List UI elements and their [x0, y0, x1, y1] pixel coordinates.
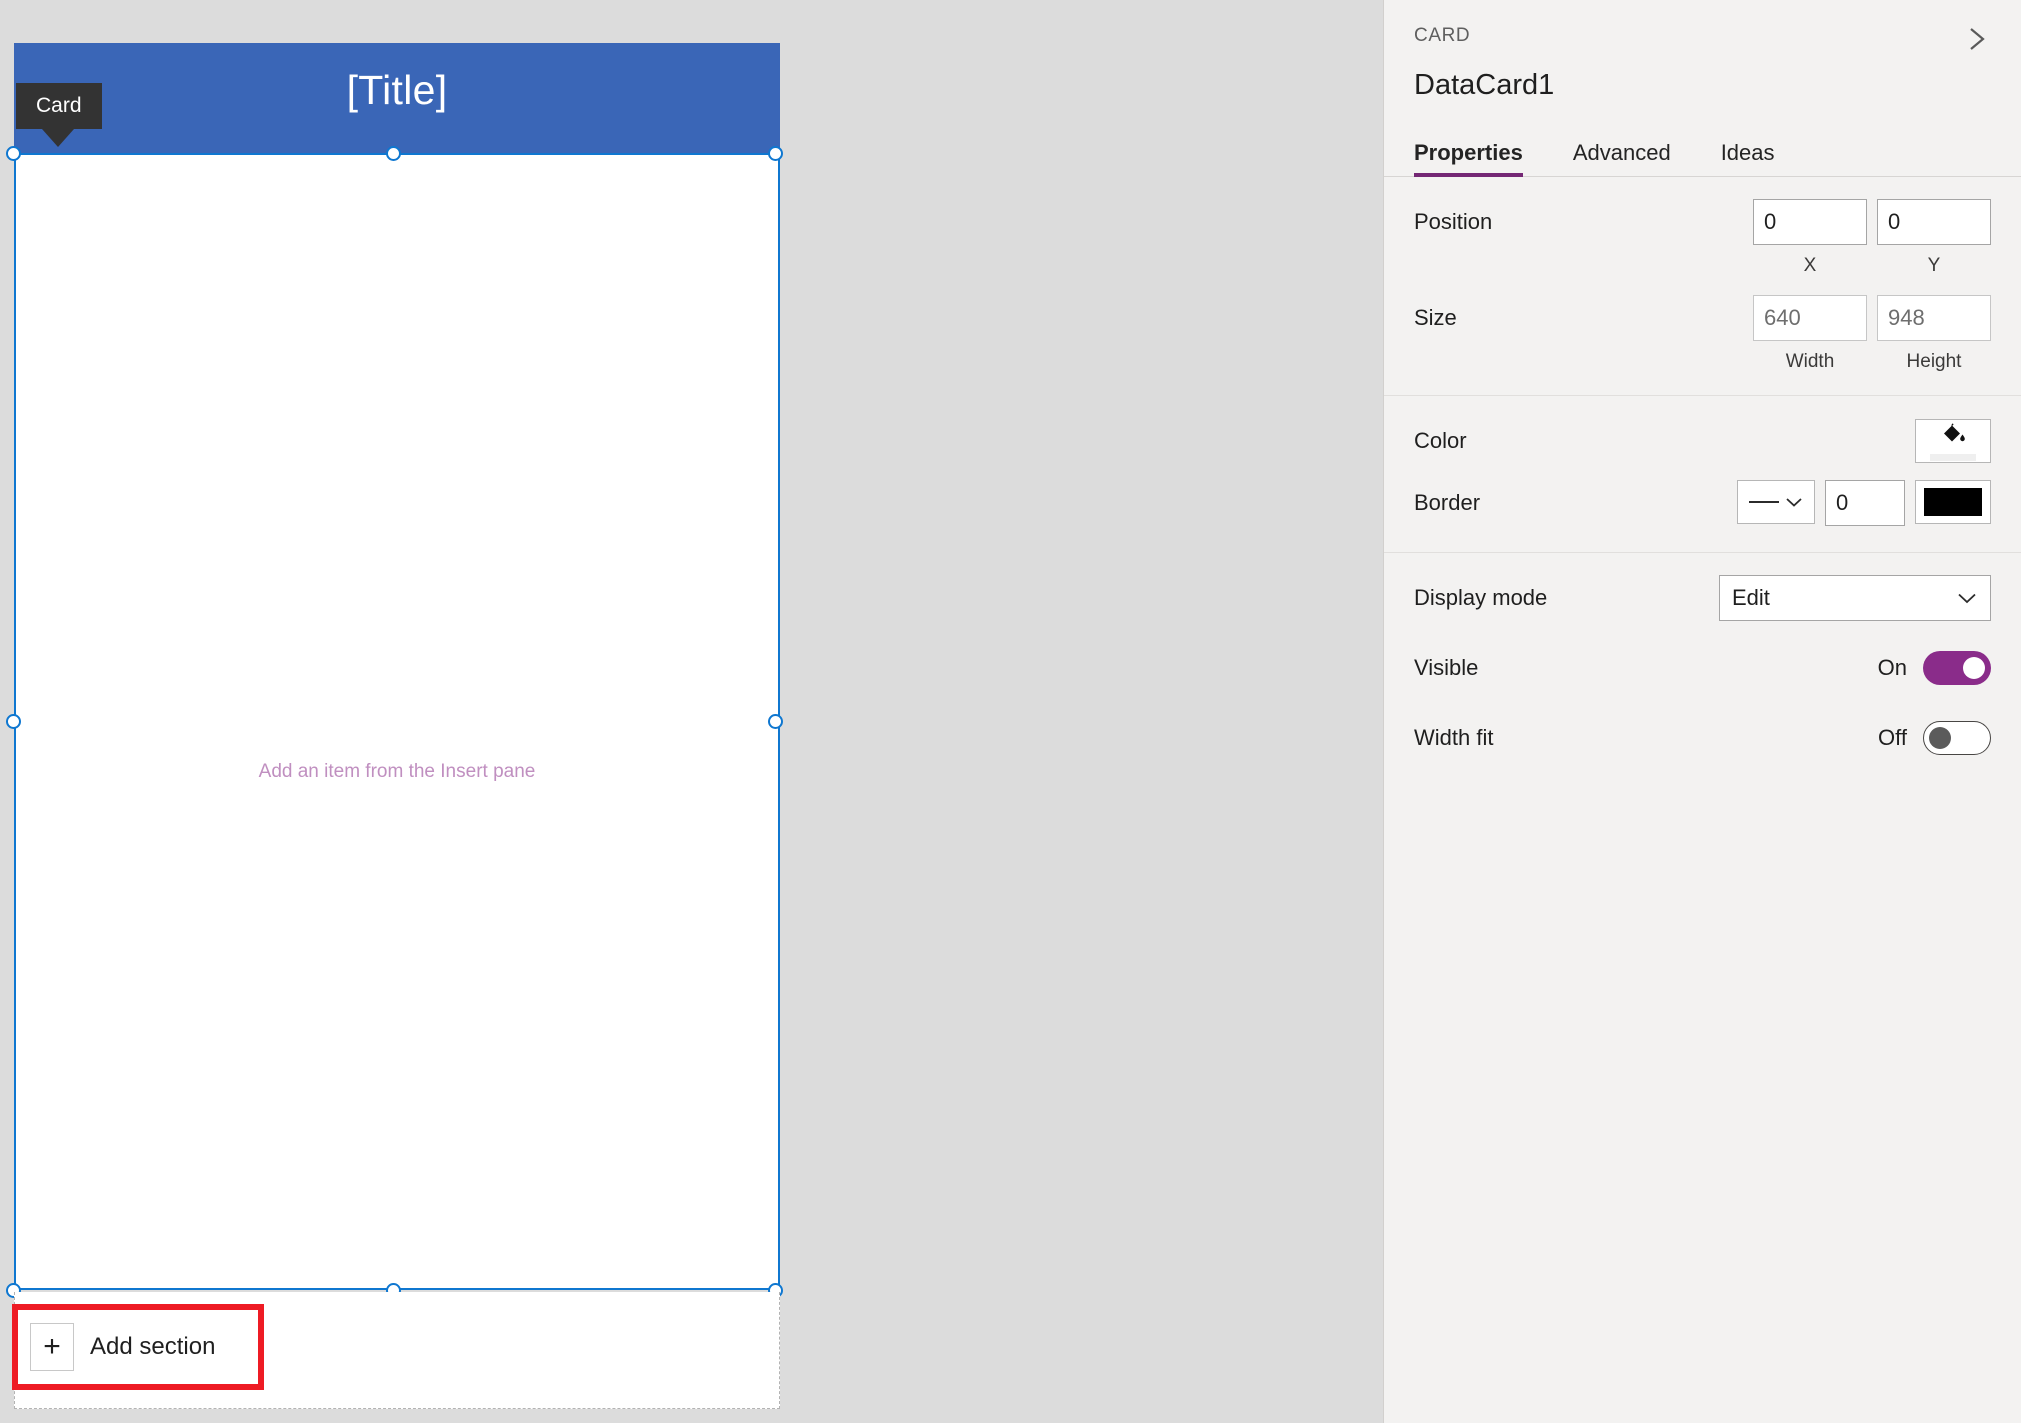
behaviour-group: Display mode Edit Visible On Width fit O… — [1384, 553, 2021, 787]
visible-toggle[interactable] — [1923, 651, 1991, 685]
position-label: Position — [1414, 209, 1493, 234]
design-canvas[interactable]: [Title] Add an item from the Insert pane… — [0, 0, 1383, 1423]
add-section-button[interactable]: + Add section — [24, 1316, 252, 1378]
card-empty-placeholder: Add an item from the Insert pane — [258, 761, 536, 782]
appearance-group: Color Border 0 — [1384, 396, 2021, 553]
card-body[interactable]: Add an item from the Insert pane — [14, 153, 780, 1290]
properties-panel: CARD DataCard1 Properties Advanced Ideas… — [1383, 0, 2021, 1423]
resize-handle-top-left[interactable] — [6, 146, 21, 161]
tab-properties[interactable]: Properties — [1414, 142, 1523, 177]
color-fill-preview — [1930, 453, 1976, 461]
width-fit-toggle[interactable] — [1923, 721, 1991, 755]
plus-icon: + — [30, 1323, 74, 1371]
add-section-highlight-box: + Add section — [12, 1304, 264, 1390]
panel-kicker: CARD — [1414, 25, 1471, 46]
chevron-down-icon — [1786, 498, 1802, 507]
paint-bucket-icon — [1940, 422, 1966, 451]
display-mode-value: Edit — [1732, 585, 1770, 610]
position-row: Position 0 0 — [1384, 195, 2021, 249]
size-height-sublabel: Height — [1906, 351, 1962, 372]
color-row: Color — [1384, 414, 2021, 468]
size-width-sublabel: Width — [1785, 351, 1835, 372]
display-mode-select[interactable]: Edit — [1719, 575, 1991, 621]
add-section-strip: + Add section — [12, 1292, 780, 1409]
border-fields: 0 — [1737, 480, 1991, 526]
app-root: [Title] Add an item from the Insert pane… — [0, 0, 2021, 1423]
toggle-knob — [1929, 727, 1951, 749]
card-header[interactable]: [Title] — [14, 43, 780, 153]
toggle-knob — [1963, 657, 1985, 679]
add-section-label: Add section — [90, 1333, 216, 1360]
visible-row: Visible On — [1384, 641, 2021, 695]
width-fit-row: Width fit Off — [1384, 711, 2021, 765]
visible-label: Visible — [1414, 655, 1479, 680]
visible-state-label: On — [1877, 655, 1907, 680]
position-sublabels: X Y — [1384, 249, 2021, 277]
display-mode-row: Display mode Edit — [1384, 571, 2021, 625]
border-color-chip — [1924, 488, 1982, 516]
size-width-input[interactable]: 640 — [1753, 295, 1867, 341]
position-fields: 0 0 — [1753, 199, 1991, 245]
visible-toggle-wrap: On — [1878, 651, 1991, 685]
geometry-group: Position 0 0 X Y Size 640 948 Width Heig… — [1384, 177, 2021, 396]
size-fields: 640 948 — [1753, 295, 1991, 341]
resize-handle-middle-right[interactable] — [768, 714, 783, 729]
resize-handle-top-right[interactable] — [768, 146, 783, 161]
size-height-input[interactable]: 948 — [1877, 295, 1991, 341]
size-sublabels: Width Height — [1384, 345, 2021, 373]
resize-handle-top-center[interactable] — [386, 146, 401, 161]
tab-advanced[interactable]: Advanced — [1573, 142, 1671, 176]
size-row: Size 640 948 — [1384, 291, 2021, 345]
solid-line-icon — [1749, 501, 1779, 503]
chevron-right-icon[interactable] — [1959, 22, 1993, 56]
border-label: Border — [1414, 490, 1481, 515]
border-style-dropdown[interactable] — [1737, 480, 1815, 524]
position-y-sublabel: Y — [1927, 255, 1941, 276]
card-title: [Title] — [346, 67, 448, 113]
display-mode-label: Display mode — [1414, 585, 1548, 610]
border-color-button[interactable] — [1915, 480, 1991, 524]
chevron-down-icon — [1958, 593, 1976, 604]
color-label: Color — [1414, 428, 1467, 453]
position-x-sublabel: X — [1803, 255, 1817, 276]
resize-handle-middle-left[interactable] — [6, 714, 21, 729]
position-y-input[interactable]: 0 — [1877, 199, 1991, 245]
card-name-badge: Card — [16, 83, 102, 147]
panel-header: CARD DataCard1 — [1384, 0, 2021, 100]
tab-ideas[interactable]: Ideas — [1721, 142, 1775, 176]
panel-title: DataCard1 — [1414, 69, 1555, 101]
width-fit-toggle-wrap: Off — [1878, 721, 1991, 755]
size-label: Size — [1414, 305, 1457, 330]
color-fill-button[interactable] — [1915, 419, 1991, 463]
width-fit-state-label: Off — [1878, 725, 1907, 750]
border-width-input[interactable]: 0 — [1825, 480, 1905, 526]
position-x-input[interactable]: 0 — [1753, 199, 1867, 245]
form-card[interactable]: [Title] Add an item from the Insert pane — [14, 43, 780, 1290]
border-row: Border 0 — [1384, 476, 2021, 530]
panel-tabs: Properties Advanced Ideas — [1384, 128, 2021, 177]
width-fit-label: Width fit — [1414, 725, 1494, 750]
